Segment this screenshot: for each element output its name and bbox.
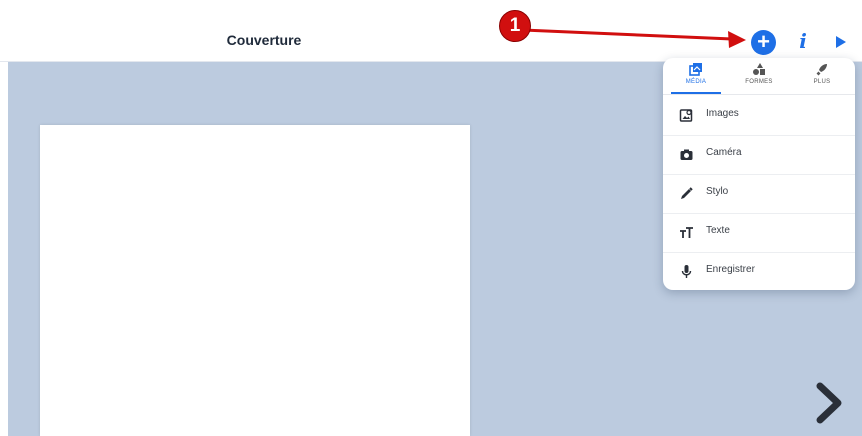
active-tab-indicator bbox=[671, 92, 721, 94]
add-content-menu: MÉDIA FORMES PLUS Images Caméra Stylo Te… bbox=[663, 58, 855, 290]
top-bar: Couverture + i bbox=[0, 0, 862, 62]
play-button[interactable] bbox=[836, 36, 846, 48]
callout-badge: 1 bbox=[499, 10, 531, 42]
tab-more-label: PLUS bbox=[813, 79, 831, 85]
plus-circle-icon: + bbox=[757, 29, 770, 54]
image-icon bbox=[679, 109, 693, 122]
menu-item-camera[interactable]: Caméra bbox=[663, 135, 855, 175]
menu-item-camera-label: Caméra bbox=[706, 147, 742, 158]
popup-tabs: MÉDIA FORMES PLUS bbox=[663, 58, 855, 95]
microphone-icon bbox=[681, 265, 692, 278]
menu-item-images[interactable]: Images bbox=[663, 96, 855, 136]
menu-item-record[interactable]: Enregistrer bbox=[663, 252, 855, 291]
chevron-right-icon bbox=[816, 382, 842, 424]
pen-icon bbox=[681, 187, 693, 199]
menu-item-text[interactable]: Texte bbox=[663, 213, 855, 253]
rocket-icon bbox=[816, 64, 827, 76]
tab-media-label: MÉDIA bbox=[685, 79, 707, 85]
tab-more[interactable]: PLUS bbox=[797, 62, 847, 94]
page-title: Couverture bbox=[226, 32, 302, 48]
info-button[interactable]: i bbox=[797, 29, 809, 53]
camera-icon bbox=[680, 149, 693, 160]
menu-item-text-label: Texte bbox=[706, 225, 730, 236]
shapes-icon bbox=[753, 63, 765, 75]
info-icon: i bbox=[799, 29, 807, 53]
tab-shapes[interactable]: FORMES bbox=[734, 62, 784, 94]
text-icon bbox=[680, 227, 693, 238]
menu-item-images-label: Images bbox=[706, 108, 739, 119]
next-page-button[interactable] bbox=[812, 380, 848, 426]
tab-shapes-label: FORMES bbox=[745, 79, 773, 85]
add-button[interactable]: + bbox=[751, 30, 776, 55]
tab-media[interactable]: MÉDIA bbox=[671, 62, 721, 94]
menu-item-pen[interactable]: Stylo bbox=[663, 174, 855, 214]
canvas-page[interactable] bbox=[40, 125, 470, 436]
menu-item-record-label: Enregistrer bbox=[706, 264, 755, 275]
menu-item-pen-label: Stylo bbox=[706, 186, 729, 197]
media-icon bbox=[689, 63, 702, 76]
